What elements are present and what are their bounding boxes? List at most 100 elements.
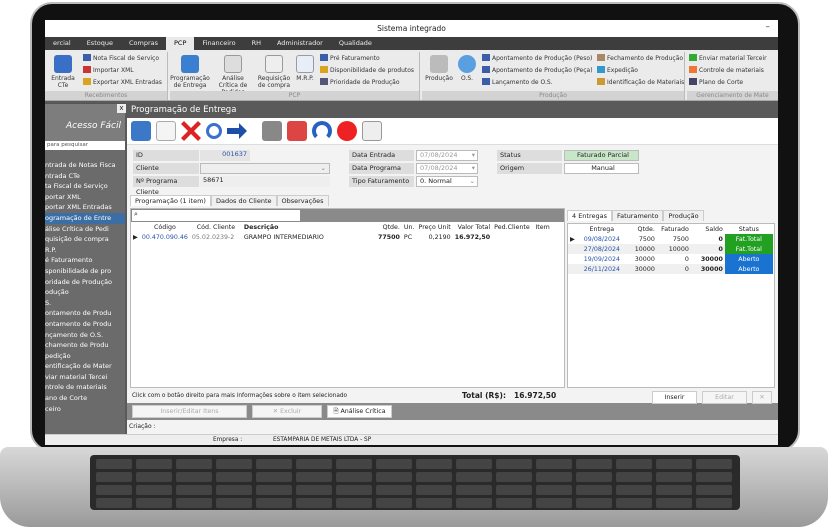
quick-access-item[interactable]: ntrada CTe: [45, 171, 125, 182]
column-header[interactable]: Código: [140, 222, 190, 232]
column-header[interactable]: Qtde.: [627, 224, 657, 234]
column-header[interactable]: Valor Total: [453, 222, 492, 232]
identificacao-materiais-button[interactable]: Identificação de Materiais: [597, 78, 684, 88]
table-row[interactable]: 27/08/2024 10000 10000 0 Fat.Total: [568, 244, 773, 254]
quick-access-item[interactable]: sponibilidade de pro: [45, 266, 125, 277]
delete-entrega-icon[interactable]: ✕: [752, 391, 772, 404]
quick-access-item[interactable]: ontamento de Produ: [45, 308, 125, 319]
quick-access-item[interactable]: ano de Corte: [45, 393, 125, 404]
analise-critica-button[interactable]: Análise Crítica de Pedidos: [212, 55, 254, 96]
entrada-cte-button[interactable]: Entrada CTe: [49, 55, 77, 89]
nprog-field[interactable]: 58671: [200, 176, 330, 187]
quick-access-item[interactable]: ntrole de materiais: [45, 382, 125, 393]
quick-access-item[interactable]: odução: [45, 287, 125, 298]
column-header[interactable]: Descrição: [242, 222, 362, 232]
grid-search-input[interactable]: ⌕: [132, 210, 300, 221]
prioridade-button[interactable]: Prioridade de Produção: [320, 78, 400, 88]
data-programa-field[interactable]: 07/08/2024 ▾: [416, 163, 478, 174]
print-icon[interactable]: [262, 121, 282, 141]
apontamento-peso-button[interactable]: Apontamento de Produção (Peso): [482, 54, 592, 64]
menu-tab[interactable]: Compras: [121, 37, 166, 50]
column-header[interactable]: Entrega: [577, 224, 627, 234]
table-row[interactable]: 19/09/2024 30000 0 30000 Aberto: [568, 254, 773, 264]
editar-entrega-button[interactable]: Editar: [702, 391, 747, 404]
quick-access-item[interactable]: S.: [45, 298, 125, 309]
menu-tab[interactable]: Financeiro: [194, 37, 243, 50]
quick-access-item[interactable]: nçamento de O.S.: [45, 330, 125, 341]
tab[interactable]: Observações: [276, 195, 329, 206]
quick-access-item[interactable]: ontamento de Produ: [45, 319, 125, 330]
tab[interactable]: Programação (1 item): [130, 195, 211, 206]
disponibilidade-button[interactable]: Disponibilidade de produtos: [320, 66, 414, 76]
column-header[interactable]: Preço Unit: [417, 222, 453, 232]
tab[interactable]: 4 Entregas: [567, 210, 613, 221]
exportar-xml-button[interactable]: Exportar XML Entradas: [83, 78, 162, 88]
analise-critica-button[interactable]: 🗎 Análise Crítica: [327, 405, 392, 418]
menu-tab[interactable]: Estoque: [79, 37, 121, 50]
fechamento-producao-button[interactable]: Fechamento de Produção: [597, 54, 683, 64]
tab[interactable]: Faturamento: [612, 210, 664, 221]
column-header[interactable]: Status: [725, 224, 773, 234]
copy-icon[interactable]: [362, 121, 382, 141]
quick-access-item[interactable]: ogramação de Entre: [45, 212, 125, 224]
requisicao-compra-button[interactable]: Requisição de compra: [256, 55, 292, 89]
column-header[interactable]: Item: [532, 222, 552, 232]
data-entrada-field[interactable]: 07/08/2024 ▾: [416, 150, 478, 161]
quick-access-item[interactable]: pedição: [45, 351, 125, 362]
cancel-icon[interactable]: [337, 121, 357, 141]
menu-tab[interactable]: RH: [244, 37, 269, 50]
quick-search-input[interactable]: para pesquisar: [45, 141, 125, 150]
menu-tab[interactable]: ercial: [45, 37, 79, 50]
quick-access-item[interactable]: viar material Tercei: [45, 372, 125, 383]
column-header[interactable]: Faturado: [657, 224, 691, 234]
os-button[interactable]: O.S.: [456, 55, 478, 82]
plano-corte-button[interactable]: Plano de Corte: [689, 78, 743, 88]
tab[interactable]: Produção: [663, 210, 704, 221]
inserir-editar-button[interactable]: Inserir/Editar Itens: [132, 405, 247, 418]
close-panel-icon[interactable]: x: [117, 104, 126, 113]
lancamento-os-button[interactable]: Lançamento de O.S.: [482, 78, 553, 88]
refresh-icon[interactable]: [312, 121, 332, 141]
arrow-right-icon[interactable]: [227, 123, 247, 139]
column-header[interactable]: Qtde.: [362, 222, 402, 232]
enviar-material-button[interactable]: Enviar material Terceir: [689, 54, 767, 64]
column-header[interactable]: Cód. Cliente: [190, 222, 242, 232]
tab[interactable]: Dados do Cliente: [210, 195, 277, 206]
search-icon[interactable]: [206, 123, 222, 139]
quick-access-item[interactable]: ntrada de Notas Fisca: [45, 160, 125, 171]
mrp-button[interactable]: M.R.P.: [294, 55, 316, 82]
controle-materiais-button[interactable]: Controle de materiais: [689, 66, 764, 76]
inserir-entrega-button[interactable]: Inserir: [652, 391, 697, 404]
minimize-button[interactable]: –: [766, 22, 771, 32]
quick-access-item[interactable]: entificação de Mater: [45, 361, 125, 372]
table-row[interactable]: 26/11/2024 30000 0 30000 Aberto: [568, 264, 773, 274]
producao-button[interactable]: Produção: [424, 55, 454, 82]
menu-tab[interactable]: Qualidade: [331, 37, 380, 50]
programacao-entrega-button[interactable]: Programação de Entrega: [170, 55, 210, 89]
apontamento-peca-button[interactable]: Apontamento de Produção (Peça): [482, 66, 593, 76]
table-row[interactable]: ▶ 09/08/2024 7500 7500 0 Fat.Total: [568, 234, 773, 244]
quick-access-item[interactable]: ta Fiscal de Serviço: [45, 181, 125, 192]
quick-access-item[interactable]: portar XML Entradas: [45, 202, 125, 213]
new-icon[interactable]: [156, 121, 176, 141]
export-icon[interactable]: [287, 121, 307, 141]
menu-tab[interactable]: Administrador: [269, 37, 331, 50]
quick-access-item[interactable]: álise Crítica de Pedi: [45, 224, 125, 235]
excluir-button[interactable]: ✕ Excluir: [252, 405, 322, 418]
table-row[interactable]: ▶ 00.470.090.46 05.02.0239-2 GRAMPO INTERME…: [131, 232, 552, 242]
tipo-faturamento-select[interactable]: 0. Normal ⌄: [416, 176, 478, 187]
delete-icon[interactable]: [181, 121, 201, 141]
column-header[interactable]: Saldo: [691, 224, 725, 234]
quick-access-item[interactable]: R.P.: [45, 245, 125, 256]
expedicao-button[interactable]: Expedição: [597, 66, 638, 76]
quick-access-item[interactable]: ceiro: [45, 404, 125, 415]
nota-fiscal-servico-button[interactable]: Nota Fiscal de Serviço: [83, 54, 159, 64]
quick-access-item[interactable]: oridade de Produção: [45, 277, 125, 288]
quick-access-item[interactable]: portar XML: [45, 192, 125, 203]
quick-access-item[interactable]: quisição de compra: [45, 234, 125, 245]
quick-access-item[interactable]: é Faturamento: [45, 255, 125, 266]
column-header[interactable]: Ped.Cliente: [492, 222, 532, 232]
quick-access-item[interactable]: chamento de Produ: [45, 340, 125, 351]
column-header[interactable]: Un.: [402, 222, 417, 232]
menu-tab[interactable]: PCP: [165, 37, 195, 50]
